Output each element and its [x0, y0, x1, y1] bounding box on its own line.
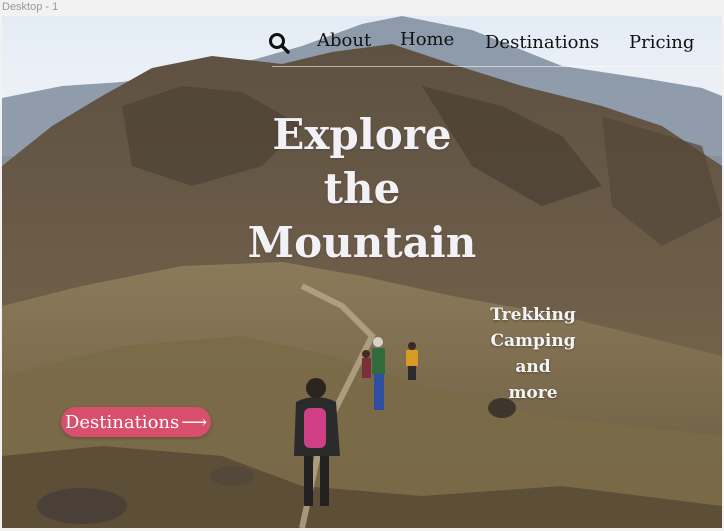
tagline-line-1: Trekking [490, 305, 576, 325]
cta-label: Destinations [64, 411, 180, 433]
top-navigation: About Home Destinations Pricing [2, 16, 722, 68]
nav-link-pricing[interactable]: Pricing [629, 32, 694, 53]
hero-title-line-2: the [323, 164, 401, 213]
destinations-cta-button[interactable]: Destinations ⟶ [61, 407, 211, 437]
hero-section: About Home Destinations Pricing Explore … [2, 16, 722, 528]
search-icon[interactable] [267, 31, 291, 55]
hero-title: Explore the Mountain [202, 108, 522, 270]
mountain-photo [2, 16, 722, 528]
nav-link-home[interactable]: Home [400, 29, 454, 50]
artboard-label: Desktop - 1 [2, 1, 59, 13]
nav-link-destinations[interactable]: Destinations [485, 32, 599, 53]
tagline-line-4: more [508, 383, 558, 403]
tagline-line-2: Camping [490, 331, 576, 351]
hero-tagline: Trekking Camping and more [472, 302, 594, 406]
hero-title-line-3: Mountain [247, 218, 477, 267]
tagline-line-3: and [515, 357, 551, 377]
hero-title-line-1: Explore [272, 110, 452, 159]
nav-link-about[interactable]: About [317, 30, 371, 51]
nav-divider [272, 66, 722, 67]
arrow-right-icon: ⟶ [181, 411, 208, 433]
